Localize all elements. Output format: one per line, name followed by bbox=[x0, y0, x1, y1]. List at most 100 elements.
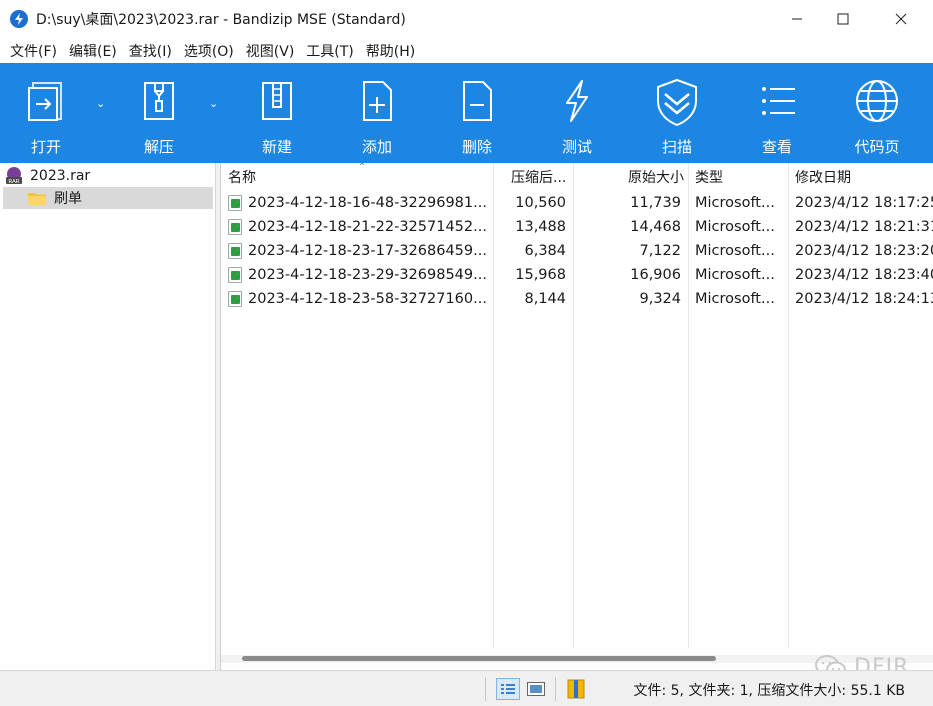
status-bar: 文件: 5, 文件夹: 1, 压缩文件大小: 55.1 KB bbox=[0, 670, 933, 706]
title-bar: D:\suy\桌面\2023\2023.rar - Bandizip MSE (… bbox=[0, 0, 933, 38]
tree-root-label: 2023.rar bbox=[30, 168, 91, 184]
file-type: Microsoft... bbox=[695, 219, 775, 235]
file-modified: 2023/4/12 18:23:20 bbox=[795, 243, 933, 259]
column-header-type[interactable]: 类型 bbox=[695, 163, 785, 191]
file-name: 2023-4-12-18-16-48-32296981... bbox=[248, 195, 487, 211]
details-view-icon[interactable] bbox=[496, 678, 520, 700]
file-size: 7,122 bbox=[639, 243, 681, 259]
scan-button[interactable]: 扫描 bbox=[649, 63, 705, 163]
scrollbar-thumb[interactable] bbox=[242, 656, 716, 661]
menu-tools[interactable]: 工具(T) bbox=[300, 41, 359, 61]
window-title: D:\suy\桌面\2023\2023.rar - Bandizip MSE (… bbox=[36, 12, 406, 28]
test-button[interactable]: 测试 bbox=[549, 63, 605, 163]
column-size-label: 原始大小 bbox=[628, 170, 684, 186]
archive-info-icon[interactable] bbox=[567, 679, 585, 703]
file-packed: 15,968 bbox=[515, 267, 566, 283]
tree-folder-label: 刷单 bbox=[54, 191, 82, 207]
file-packed: 6,384 bbox=[524, 243, 566, 259]
delete-label: 删除 bbox=[461, 138, 492, 156]
menu-bar: 文件(F) 编辑(E) 查找(I) 选项(O) 视图(V) 工具(T) 帮助(H… bbox=[0, 38, 933, 63]
file-row[interactable]: 2023-4-12-18-21-22-32571452... 13,488 14… bbox=[221, 215, 933, 239]
extract-dropdown-chevron-icon[interactable]: ⌄ bbox=[209, 97, 218, 110]
scan-label: 扫描 bbox=[661, 138, 692, 156]
file-name: 2023-4-12-18-23-17-32686459... bbox=[248, 243, 487, 259]
file-name: 2023-4-12-18-23-29-32698549... bbox=[248, 267, 487, 283]
file-row[interactable]: 2023-4-12-18-16-48-32296981... 10,560 11… bbox=[221, 191, 933, 215]
view-button[interactable]: 查看 bbox=[749, 63, 805, 163]
folder-tree: RAR 2023.rar 刷单 bbox=[0, 163, 216, 670]
extract-label: 解压 bbox=[143, 138, 174, 156]
menu-help[interactable]: 帮助(H) bbox=[360, 41, 421, 61]
file-modified: 2023/4/12 18:21:31 bbox=[795, 219, 933, 235]
codepage-button[interactable]: 代码页 bbox=[847, 63, 907, 163]
file-type: Microsoft... bbox=[695, 243, 775, 259]
file-list: 名称 ˄ 压缩后... 原始大小 类型 修改日期 2023-4-12-18-16… bbox=[221, 163, 933, 670]
view-list-icon bbox=[762, 87, 795, 115]
spreadsheet-file-icon bbox=[228, 291, 242, 307]
extract-button[interactable]: 解压 bbox=[131, 63, 187, 163]
column-name-label: 名称 bbox=[228, 170, 256, 186]
file-size: 11,739 bbox=[630, 195, 681, 211]
file-row[interactable]: 2023-4-12-18-23-58-32727160... 8,144 9,3… bbox=[221, 287, 933, 311]
status-summary: 文件: 5, 文件夹: 1, 压缩文件大小: 55.1 KB bbox=[633, 683, 905, 699]
menu-options[interactable]: 选项(O) bbox=[178, 41, 240, 61]
file-type: Microsoft... bbox=[695, 291, 775, 307]
thumbnail-view-icon[interactable] bbox=[527, 682, 545, 700]
new-archive-icon bbox=[262, 82, 292, 120]
file-packed: 13,488 bbox=[515, 219, 566, 235]
file-type: Microsoft... bbox=[695, 195, 775, 211]
maximize-button[interactable] bbox=[820, 0, 866, 38]
lightning-icon bbox=[566, 80, 588, 122]
status-separator bbox=[555, 677, 556, 701]
file-size: 14,468 bbox=[630, 219, 681, 235]
open-icon bbox=[28, 82, 62, 121]
rar-badge-text: RAR bbox=[8, 179, 19, 185]
rar-archive-icon: RAR bbox=[6, 167, 22, 185]
test-label: 测试 bbox=[561, 138, 592, 156]
open-dropdown-chevron-icon[interactable]: ⌄ bbox=[96, 97, 105, 110]
column-header-modified[interactable]: 修改日期 bbox=[795, 163, 933, 191]
bandizip-logo-icon bbox=[10, 10, 28, 28]
close-button[interactable] bbox=[878, 0, 924, 38]
menu-edit[interactable]: 编辑(E) bbox=[63, 41, 123, 61]
file-modified: 2023/4/12 18:24:13 bbox=[795, 291, 933, 307]
tree-folder-item[interactable]: 刷单 bbox=[3, 187, 213, 209]
column-type-label: 类型 bbox=[695, 170, 723, 186]
column-header-name[interactable]: 名称 ˄ bbox=[228, 163, 494, 191]
toolbar: 打开 ⌄ 解压 ⌄ 新建 添加 删除 测试 扫描 查看 代码页 bbox=[0, 63, 933, 163]
menu-find[interactable]: 查找(I) bbox=[123, 41, 178, 61]
column-header-size[interactable]: 原始大小 bbox=[573, 163, 684, 191]
sort-ascending-icon: ˄ bbox=[359, 163, 365, 175]
file-packed: 10,560 bbox=[515, 195, 566, 211]
column-modified-label: 修改日期 bbox=[795, 170, 851, 186]
spreadsheet-file-icon bbox=[228, 195, 242, 211]
codepage-label: 代码页 bbox=[854, 138, 900, 156]
view-label: 查看 bbox=[761, 138, 792, 156]
spreadsheet-file-icon bbox=[228, 219, 242, 235]
delete-button[interactable]: 删除 bbox=[449, 63, 505, 163]
file-row[interactable]: 2023-4-12-18-23-17-32686459... 6,384 7,1… bbox=[221, 239, 933, 263]
file-type: Microsoft... bbox=[695, 267, 775, 283]
minimize-button[interactable] bbox=[774, 0, 820, 38]
menu-view[interactable]: 视图(V) bbox=[240, 41, 301, 61]
extract-icon bbox=[144, 82, 174, 120]
file-modified: 2023/4/12 18:23:40 bbox=[795, 267, 933, 283]
file-size: 16,906 bbox=[630, 267, 681, 283]
status-separator bbox=[485, 677, 486, 701]
new-archive-label: 新建 bbox=[261, 138, 292, 156]
tree-root-archive[interactable]: RAR 2023.rar bbox=[5, 165, 90, 187]
file-row[interactable]: 2023-4-12-18-23-29-32698549... 15,968 16… bbox=[221, 263, 933, 287]
add-file-icon bbox=[363, 81, 392, 121]
shield-icon bbox=[657, 78, 697, 127]
file-modified: 2023/4/12 18:17:25 bbox=[795, 195, 933, 211]
add-button[interactable]: 添加 bbox=[349, 63, 405, 163]
delete-file-icon bbox=[463, 81, 492, 121]
menu-file[interactable]: 文件(F) bbox=[4, 41, 63, 61]
open-button[interactable]: 打开 bbox=[18, 63, 74, 163]
globe-icon bbox=[856, 80, 898, 122]
file-name: 2023-4-12-18-23-58-32727160... bbox=[248, 291, 487, 307]
file-packed: 8,144 bbox=[524, 291, 566, 307]
column-packed-label: 压缩后... bbox=[511, 170, 567, 186]
new-archive-button[interactable]: 新建 bbox=[249, 63, 305, 163]
file-name: 2023-4-12-18-21-22-32571452... bbox=[248, 219, 487, 235]
